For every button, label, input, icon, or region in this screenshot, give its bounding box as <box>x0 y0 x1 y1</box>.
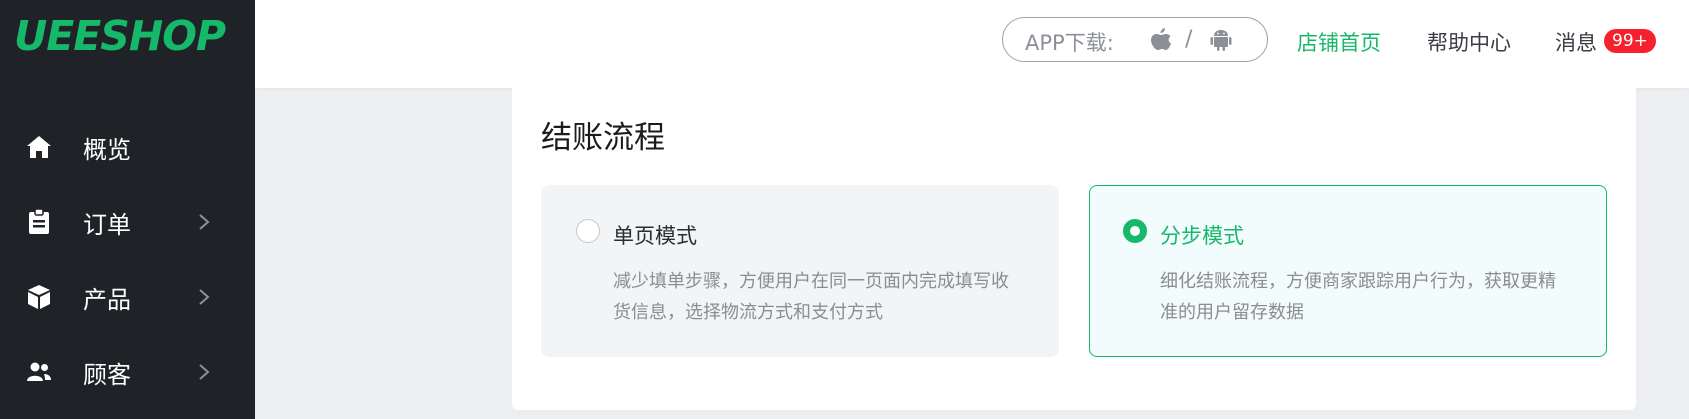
app-download-pill: APP下载: / <box>1002 17 1268 62</box>
chevron-right-icon <box>198 363 210 381</box>
messages-badge: 99+ <box>1604 29 1656 53</box>
option-title: 单页模式 <box>613 224 697 248</box>
sidebar-item-customers[interactable]: 顾客 <box>0 337 255 407</box>
ueeshop-logo[interactable]: UEESHOP <box>14 12 226 60</box>
separator: / <box>1185 27 1193 52</box>
option-description: 减少填单步骤，方便用户在同一页面内完成填写收货信息，选择物流方式和支付方式 <box>613 271 1009 323</box>
messages-link[interactable]: 消息 <box>1555 27 1597 57</box>
android-icon[interactable] <box>1210 28 1232 56</box>
sidebar: UEESHOP 概览 订单 产品 顾客 <box>0 0 255 419</box>
sidebar-item-label: 产品 <box>83 285 131 314</box>
option-description: 细化结账流程，方便商家跟踪用户行为，获取更精准的用户留存数据 <box>1160 271 1556 323</box>
clipboard-icon <box>26 209 52 235</box>
page-title: 结账流程 <box>541 120 665 156</box>
users-icon <box>26 359 52 385</box>
sidebar-item-label: 订单 <box>83 210 131 239</box>
box-icon <box>26 284 52 310</box>
sidebar-item-orders[interactable]: 订单 <box>0 187 255 257</box>
radio-single-page[interactable] <box>576 219 600 243</box>
option-title: 分步模式 <box>1160 224 1244 248</box>
app-download-label: APP下载: <box>1025 31 1114 55</box>
sidebar-item-products[interactable]: 产品 <box>0 262 255 332</box>
help-center-link[interactable]: 帮助中心 <box>1427 27 1511 57</box>
chevron-right-icon <box>198 288 210 306</box>
sidebar-item-overview[interactable]: 概览 <box>0 112 255 182</box>
home-icon <box>26 134 52 160</box>
sidebar-item-label: 顾客 <box>83 360 131 389</box>
radio-multi-step[interactable] <box>1123 219 1147 243</box>
sidebar-item-label: 概览 <box>83 135 131 164</box>
store-home-link[interactable]: 店铺首页 <box>1297 27 1381 57</box>
apple-icon[interactable] <box>1150 27 1172 57</box>
chevron-right-icon <box>198 213 210 231</box>
